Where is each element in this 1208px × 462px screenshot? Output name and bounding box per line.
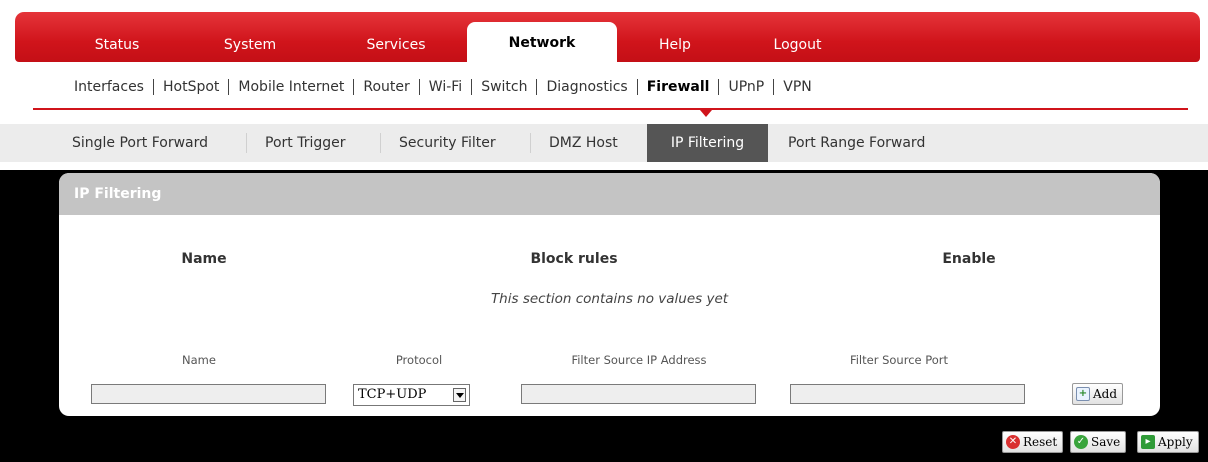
tab-divider: [380, 133, 381, 153]
column-header-block-rules: Block rules: [530, 251, 618, 267]
tab-single-port-forward[interactable]: Single Port Forward: [72, 124, 208, 162]
tab-dmz-host[interactable]: DMZ Host: [549, 124, 618, 162]
main-nav-help[interactable]: Help: [645, 34, 705, 56]
chevron-down-icon[interactable]: [453, 388, 466, 402]
sub-nav-interfaces[interactable]: Interfaces: [74, 79, 144, 95]
reset-button[interactable]: ✕ Reset: [1002, 431, 1064, 453]
apply-button[interactable]: ▸ Apply: [1137, 431, 1199, 453]
tab-port-range-forward[interactable]: Port Range Forward: [788, 124, 925, 162]
empty-section-message: This section contains no values yet: [490, 291, 729, 307]
save-button[interactable]: ✓ Save: [1070, 431, 1127, 453]
panel-title: IP Filtering: [59, 173, 1160, 215]
main-nav-status[interactable]: Status: [77, 34, 157, 56]
sub-nav-separator: [353, 79, 355, 95]
sub-nav: Interfaces HotSpot Mobile Internet Router Wi…: [74, 76, 812, 98]
column-header-enable: Enable: [942, 251, 996, 267]
column-header-name: Name: [181, 251, 227, 267]
apply-icon: ▸: [1141, 435, 1155, 449]
reset-button-label: Reset: [1023, 435, 1058, 449]
add-button-label: Add: [1093, 387, 1118, 401]
main-nav-services[interactable]: Services: [351, 34, 441, 56]
src-port-field-label: Filter Source Port: [849, 353, 949, 367]
main-nav: Status System Services Network Help Logo…: [15, 12, 1200, 62]
add-button[interactable]: + Add: [1072, 383, 1124, 405]
tab-port-trigger[interactable]: Port Trigger: [265, 124, 346, 162]
sub-nav-separator: [152, 79, 154, 95]
active-indicator-arrow: [700, 110, 712, 117]
sub-nav-separator: [228, 79, 230, 95]
tab-divider: [530, 133, 531, 153]
sub-nav-separator: [636, 79, 638, 95]
sub-nav-separator: [718, 79, 720, 95]
main-nav-system[interactable]: System: [210, 34, 290, 56]
protocol-select[interactable]: TCP+UDP: [353, 384, 470, 406]
name-field-label: Name: [182, 353, 216, 367]
sub-nav-vpn[interactable]: VPN: [783, 79, 812, 95]
name-input[interactable]: [91, 384, 326, 404]
tab-divider: [246, 133, 247, 153]
tab-security-filter[interactable]: Security Filter: [399, 124, 496, 162]
add-icon: +: [1076, 387, 1090, 401]
sub-nav-mobile-internet[interactable]: Mobile Internet: [238, 79, 344, 95]
src-ip-input[interactable]: [521, 384, 756, 404]
sub-nav-separator: [418, 79, 420, 95]
sub-nav-separator: [773, 79, 775, 95]
protocol-selected-value: TCP+UDP: [358, 387, 427, 402]
tertiary-nav: Single Port Forward Port Trigger Securit…: [0, 124, 1208, 162]
sub-nav-hotspot[interactable]: HotSpot: [163, 79, 219, 95]
tab-ip-filtering[interactable]: IP Filtering: [647, 124, 768, 162]
src-port-input[interactable]: [790, 384, 1025, 404]
ip-filtering-panel: IP Filtering Name Block rules Enable Thi…: [59, 173, 1160, 416]
apply-button-label: Apply: [1158, 435, 1193, 449]
reset-icon: ✕: [1006, 435, 1020, 449]
main-nav-logout[interactable]: Logout: [760, 34, 835, 56]
protocol-field-label: Protocol: [395, 353, 443, 367]
sub-nav-firewall[interactable]: Firewall: [647, 79, 710, 95]
sub-nav-upnp[interactable]: UPnP: [728, 79, 764, 95]
sub-nav-underline: [33, 108, 1188, 110]
sub-nav-separator: [471, 79, 473, 95]
sub-nav-diagnostics[interactable]: Diagnostics: [546, 79, 627, 95]
main-nav-network[interactable]: Network: [467, 22, 617, 62]
src-ip-field-label: Filter Source IP Address: [571, 353, 707, 367]
sub-nav-separator: [536, 79, 538, 95]
sub-nav-router[interactable]: Router: [363, 79, 409, 95]
sub-nav-switch[interactable]: Switch: [481, 79, 527, 95]
save-button-label: Save: [1091, 435, 1121, 449]
sub-nav-wifi[interactable]: Wi-Fi: [429, 79, 462, 95]
save-icon: ✓: [1074, 435, 1088, 449]
